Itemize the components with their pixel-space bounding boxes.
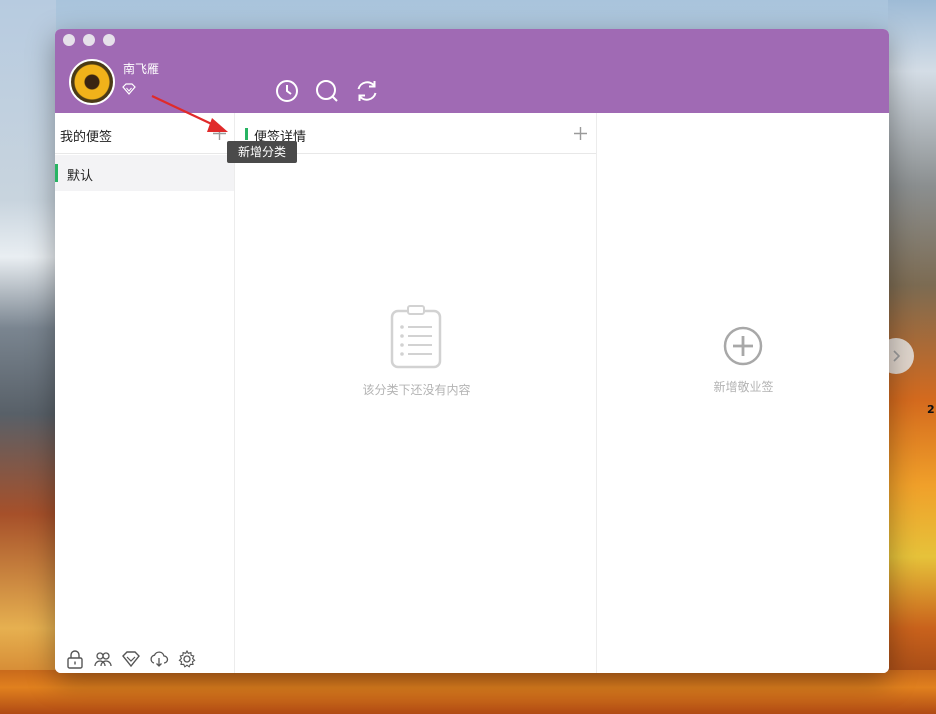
plus-circle-icon[interactable] (722, 325, 764, 367)
minimize-window-button[interactable] (83, 34, 95, 46)
chevron-right-icon (893, 350, 901, 362)
category-item-default[interactable]: 默认 (55, 155, 234, 191)
users-icon[interactable] (93, 649, 113, 669)
avatar[interactable] (69, 59, 115, 105)
sync-icon[interactable] (354, 78, 380, 104)
zoom-window-button[interactable] (103, 34, 115, 46)
annotation-arrow-icon (151, 95, 228, 132)
diamond-icon[interactable] (121, 649, 141, 669)
selection-indicator (55, 164, 58, 182)
add-note-button[interactable] (573, 126, 588, 141)
add-note-label[interactable]: 新增敬业签 (598, 378, 889, 395)
empty-state-text: 该分类下还没有内容 (362, 383, 471, 397)
desktop-background-bottom (0, 670, 936, 714)
add-category-tooltip: 新增分类 (227, 141, 297, 163)
search-icon[interactable] (314, 78, 340, 104)
category-label: 默认 (67, 169, 94, 184)
detail-panel: 新增敬业签 (598, 113, 889, 673)
categories-title: 我的便签 (60, 130, 113, 145)
desktop-background-left (0, 0, 56, 714)
categories-panel: 我的便签 默认 (55, 113, 235, 673)
clipboard-empty-icon (390, 305, 442, 369)
close-window-button[interactable] (63, 34, 75, 46)
notes-title-marker (245, 128, 248, 140)
clock-icon[interactable] (274, 78, 300, 104)
vip-diamond-icon[interactable] (122, 83, 136, 95)
notes-panel: 便签详情 该分类下还没有内容 (236, 113, 597, 673)
cloud-download-icon[interactable] (149, 649, 169, 669)
username: 南飞雁 (123, 62, 160, 76)
gear-icon[interactable] (177, 649, 197, 669)
desktop-edge-text: 2 (927, 403, 935, 416)
lock-icon[interactable] (65, 649, 85, 669)
